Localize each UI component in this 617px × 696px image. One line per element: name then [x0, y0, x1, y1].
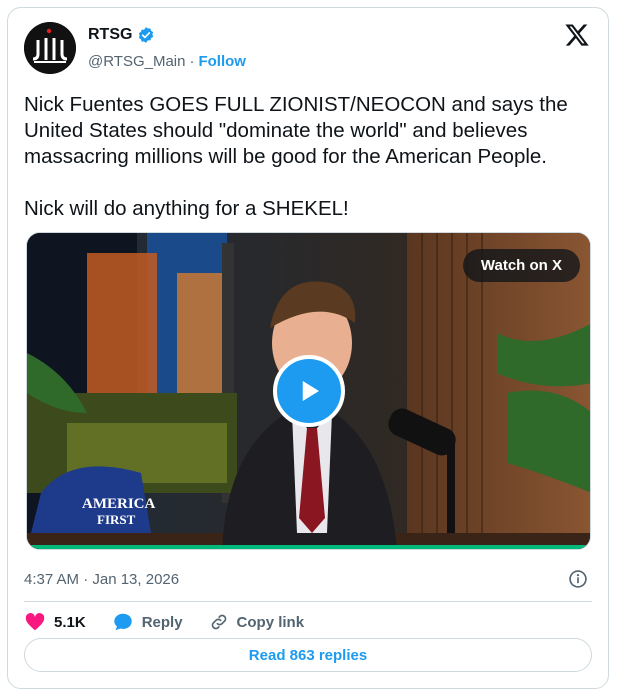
author-handle-row: @RTSG_Main · Follow	[88, 53, 246, 70]
watch-on-x-button[interactable]: Watch on X	[462, 249, 580, 282]
read-replies-button[interactable]: Read 863 replies	[24, 638, 592, 672]
avatar-logo-icon	[24, 22, 76, 74]
heart-icon	[25, 613, 45, 631]
info-icon[interactable]	[568, 569, 588, 589]
author-name-row: RTSG	[88, 26, 155, 44]
action-bar: 5.1K Reply Copy link	[24, 611, 330, 633]
play-icon	[302, 381, 319, 401]
hat-text-line1: AMERICA	[82, 496, 155, 512]
like-count: 5.1K	[54, 613, 86, 631]
reply-button[interactable]: Reply	[112, 611, 183, 633]
follow-button[interactable]: Follow	[198, 53, 246, 70]
link-icon	[211, 614, 226, 630]
hat-text-line2: FIRST	[97, 512, 136, 527]
copy-link-button[interactable]: Copy link	[209, 612, 305, 632]
x-logo-icon[interactable]	[564, 22, 590, 48]
tweet-text: Nick Fuentes GOES FULL ZIONIST/NEOCON an…	[24, 93, 568, 220]
reply-bubble-icon	[113, 613, 132, 631]
tweet-card: RTSG @RTSG_Main · Follow Nick Fuentes GO…	[7, 7, 609, 689]
author-handle[interactable]: @RTSG_Main	[88, 53, 185, 70]
video-player[interactable]: AMERICA FIRST Watch on X	[26, 232, 591, 550]
copy-link-label: Copy link	[236, 613, 305, 631]
author-name[interactable]: RTSG	[88, 26, 132, 44]
play-button[interactable]	[273, 355, 345, 427]
video-progress-bar	[27, 545, 590, 549]
verified-badge-icon	[139, 27, 154, 43]
reply-label: Reply	[141, 613, 183, 631]
divider	[24, 601, 592, 602]
like-button[interactable]: 5.1K	[24, 611, 86, 633]
tweet-timestamp[interactable]: 4:37 AM · Jan 13, 2026	[24, 571, 179, 588]
separator-dot: ·	[189, 53, 195, 70]
avatar[interactable]	[24, 22, 76, 74]
